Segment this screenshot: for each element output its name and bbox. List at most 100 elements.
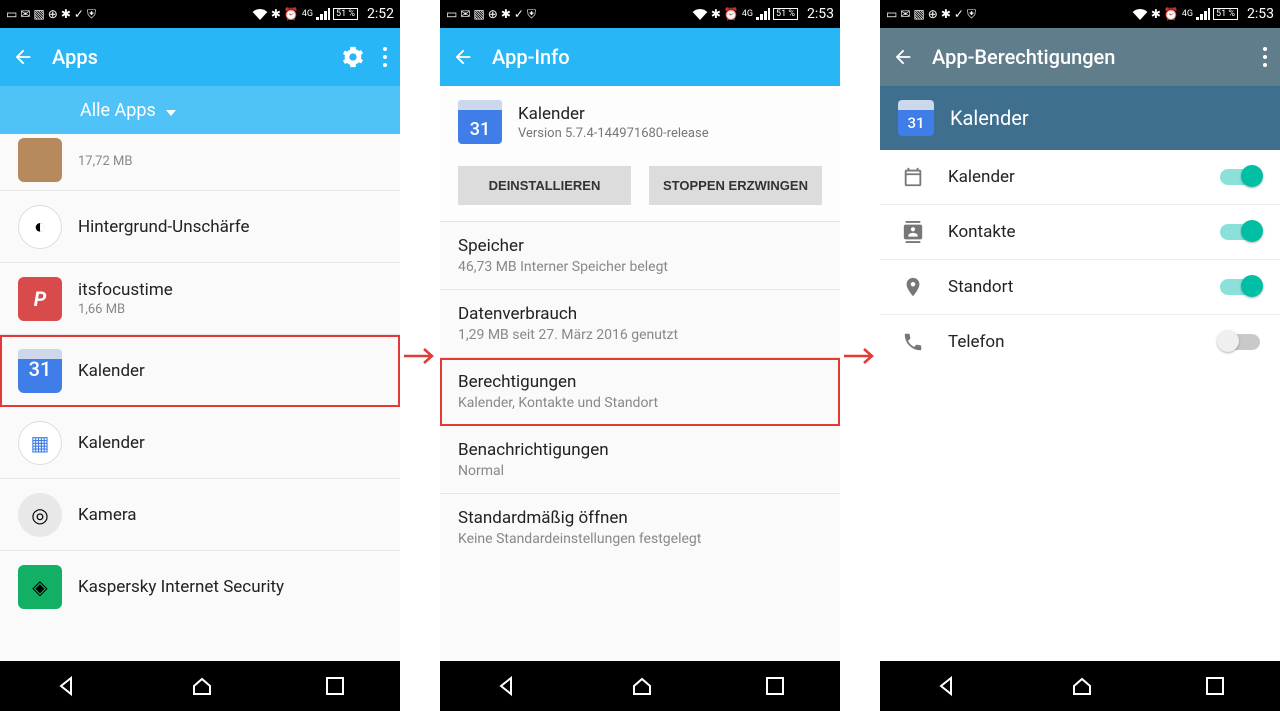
app-row-kalender-google[interactable]: 31 Kalender xyxy=(0,335,400,407)
globe-icon: ⊕ xyxy=(928,7,938,21)
signal-icon xyxy=(316,8,330,20)
clock: 2:53 xyxy=(1247,6,1274,22)
nav-recent-icon[interactable] xyxy=(325,676,345,696)
signal-icon xyxy=(756,8,770,20)
app-icon: ◈ xyxy=(18,565,62,609)
perm-row-kalender[interactable]: Kalender xyxy=(880,150,1280,205)
more-icon: ▭ xyxy=(886,7,897,21)
toggle-switch[interactable] xyxy=(1220,334,1260,350)
calendar-perm-icon xyxy=(900,166,926,188)
network-icon: 4G xyxy=(742,9,753,19)
check-icon: ✓ xyxy=(74,7,84,21)
globe-icon: ⊕ xyxy=(48,7,58,21)
nav-home-icon[interactable] xyxy=(1070,674,1094,698)
app-icon: P xyxy=(18,277,62,321)
overflow-icon[interactable] xyxy=(382,46,388,68)
image-icon: ▧ xyxy=(33,7,44,21)
back-icon[interactable] xyxy=(452,46,474,68)
action-bar: App-Info xyxy=(440,28,840,86)
nav-home-icon[interactable] xyxy=(190,674,214,698)
gear-icon[interactable] xyxy=(342,46,364,68)
bluetooth-icon: ✱ xyxy=(711,7,721,21)
apps-list[interactable]: 17,72 MB ◐ Hintergrund-Unschärfe P itsfo… xyxy=(0,134,400,661)
shield-icon: ⛨ xyxy=(527,7,536,22)
overflow-icon[interactable] xyxy=(1262,46,1268,68)
toggle-switch[interactable] xyxy=(1220,279,1260,295)
shield-icon: ⛨ xyxy=(87,7,96,22)
app-name: Kalender xyxy=(518,104,709,124)
battery-icon: 51 % xyxy=(773,8,798,20)
app-name: Kalender xyxy=(950,106,1029,130)
status-bar: ▭ ✉ ▧ ⊕ ✱ ✓ ⛨ ✱ ⏰ 4G 51 % 2:53 xyxy=(880,0,1280,28)
permissions-row[interactable]: Berechtigungen Kalender, Kontakte und St… xyxy=(440,358,840,426)
nav-back-icon[interactable] xyxy=(935,674,959,698)
force-stop-button[interactable]: STOPPEN ERZWINGEN xyxy=(649,166,822,205)
perm-row-standort[interactable]: Standort xyxy=(880,260,1280,315)
open-by-default-row[interactable]: Standardmäßig öffnen Keine Standardeinst… xyxy=(440,494,840,561)
nav-home-icon[interactable] xyxy=(630,674,654,698)
snow-icon: ✱ xyxy=(941,7,951,21)
status-bar: ▭ ✉ ▧ ⊕ ✱ ✓ ⛨ ✱ ⏰ 4G 51 % 2:52 xyxy=(0,0,400,28)
storage-row[interactable]: Speicher 46,73 MB Interner Speicher bele… xyxy=(440,222,840,290)
back-icon[interactable] xyxy=(12,46,34,68)
contacts-perm-icon xyxy=(900,221,926,243)
app-row[interactable]: P itsfocustime1,66 MB xyxy=(0,263,400,335)
app-row[interactable]: ◈ Kaspersky Internet Security xyxy=(0,551,400,623)
check-icon: ✓ xyxy=(514,7,524,21)
alarm-icon: ⏰ xyxy=(724,7,739,21)
wifi-icon xyxy=(692,8,708,20)
perm-row-kontakte[interactable]: Kontakte xyxy=(880,205,1280,260)
button-row: DEINSTALLIEREN STOPPEN ERZWINGEN xyxy=(440,158,840,222)
back-icon[interactable] xyxy=(892,46,914,68)
app-header: 31 Kalender Version 5.7.4-144971680-rele… xyxy=(440,86,840,158)
calendar-icon: 31 xyxy=(18,349,62,393)
alarm-icon: ⏰ xyxy=(284,7,299,21)
alarm-icon: ⏰ xyxy=(1164,7,1179,21)
toggle-switch[interactable] xyxy=(1220,224,1260,240)
app-row[interactable]: ◐ Hintergrund-Unschärfe xyxy=(0,191,400,263)
app-header: 31 Kalender xyxy=(880,86,1280,150)
flow-arrow xyxy=(840,0,880,711)
app-row[interactable]: ◎ Kamera xyxy=(0,479,400,551)
nav-recent-icon[interactable] xyxy=(765,676,785,696)
uninstall-button[interactable]: DEINSTALLIEREN xyxy=(458,166,631,205)
bluetooth-icon: ✱ xyxy=(271,7,281,21)
nav-back-icon[interactable] xyxy=(55,674,79,698)
screen-app-info: ▭ ✉ ▧ ⊕ ✱ ✓ ⛨ ✱ ⏰ 4G 51 % 2:53 App-Info … xyxy=(440,0,840,711)
image-icon: ▧ xyxy=(913,7,924,21)
toggle-switch[interactable] xyxy=(1220,169,1260,185)
chevron-down-icon xyxy=(166,100,176,121)
permissions-list: Kalender Kontakte Standort Telefon xyxy=(880,150,1280,661)
wifi-icon xyxy=(1132,8,1148,20)
info-list[interactable]: Speicher 46,73 MB Interner Speicher bele… xyxy=(440,222,840,661)
action-bar: App-Berechtigungen xyxy=(880,28,1280,86)
action-bar: Apps xyxy=(0,28,400,86)
data-usage-row[interactable]: Datenverbrauch 1,29 MB seit 27. März 201… xyxy=(440,290,840,358)
battery-icon: 51 % xyxy=(333,8,358,20)
more-icon: ▭ xyxy=(6,7,17,21)
network-icon: 4G xyxy=(302,9,313,19)
network-icon: 4G xyxy=(1182,9,1193,19)
notifications-row[interactable]: Benachrichtigungen Normal xyxy=(440,426,840,494)
location-perm-icon xyxy=(900,276,926,298)
calendar-icon: 31 xyxy=(898,100,934,136)
mail-icon: ✉ xyxy=(20,7,30,21)
nav-recent-icon[interactable] xyxy=(1205,676,1225,696)
perm-row-telefon[interactable]: Telefon xyxy=(880,315,1280,369)
app-row[interactable]: 17,72 MB xyxy=(0,134,400,191)
battery-icon: 51 % xyxy=(1213,8,1238,20)
nav-back-icon[interactable] xyxy=(495,674,519,698)
app-row[interactable]: ▦ Kalender xyxy=(0,407,400,479)
apps-filter-dropdown[interactable]: Alle Apps xyxy=(0,86,400,134)
nav-bar xyxy=(880,661,1280,711)
more-icon: ▭ xyxy=(446,7,457,21)
app-version: Version 5.7.4-144971680-release xyxy=(518,126,709,141)
dropdown-label: Alle Apps xyxy=(80,100,156,121)
snow-icon: ✱ xyxy=(61,7,71,21)
screen-apps-list: ▭ ✉ ▧ ⊕ ✱ ✓ ⛨ ✱ ⏰ 4G 51 % 2:52 Apps Alle… xyxy=(0,0,400,711)
mail-icon: ✉ xyxy=(460,7,470,21)
clock: 2:52 xyxy=(367,6,394,22)
snow-icon: ✱ xyxy=(501,7,511,21)
signal-icon xyxy=(1196,8,1210,20)
bluetooth-icon: ✱ xyxy=(1151,7,1161,21)
